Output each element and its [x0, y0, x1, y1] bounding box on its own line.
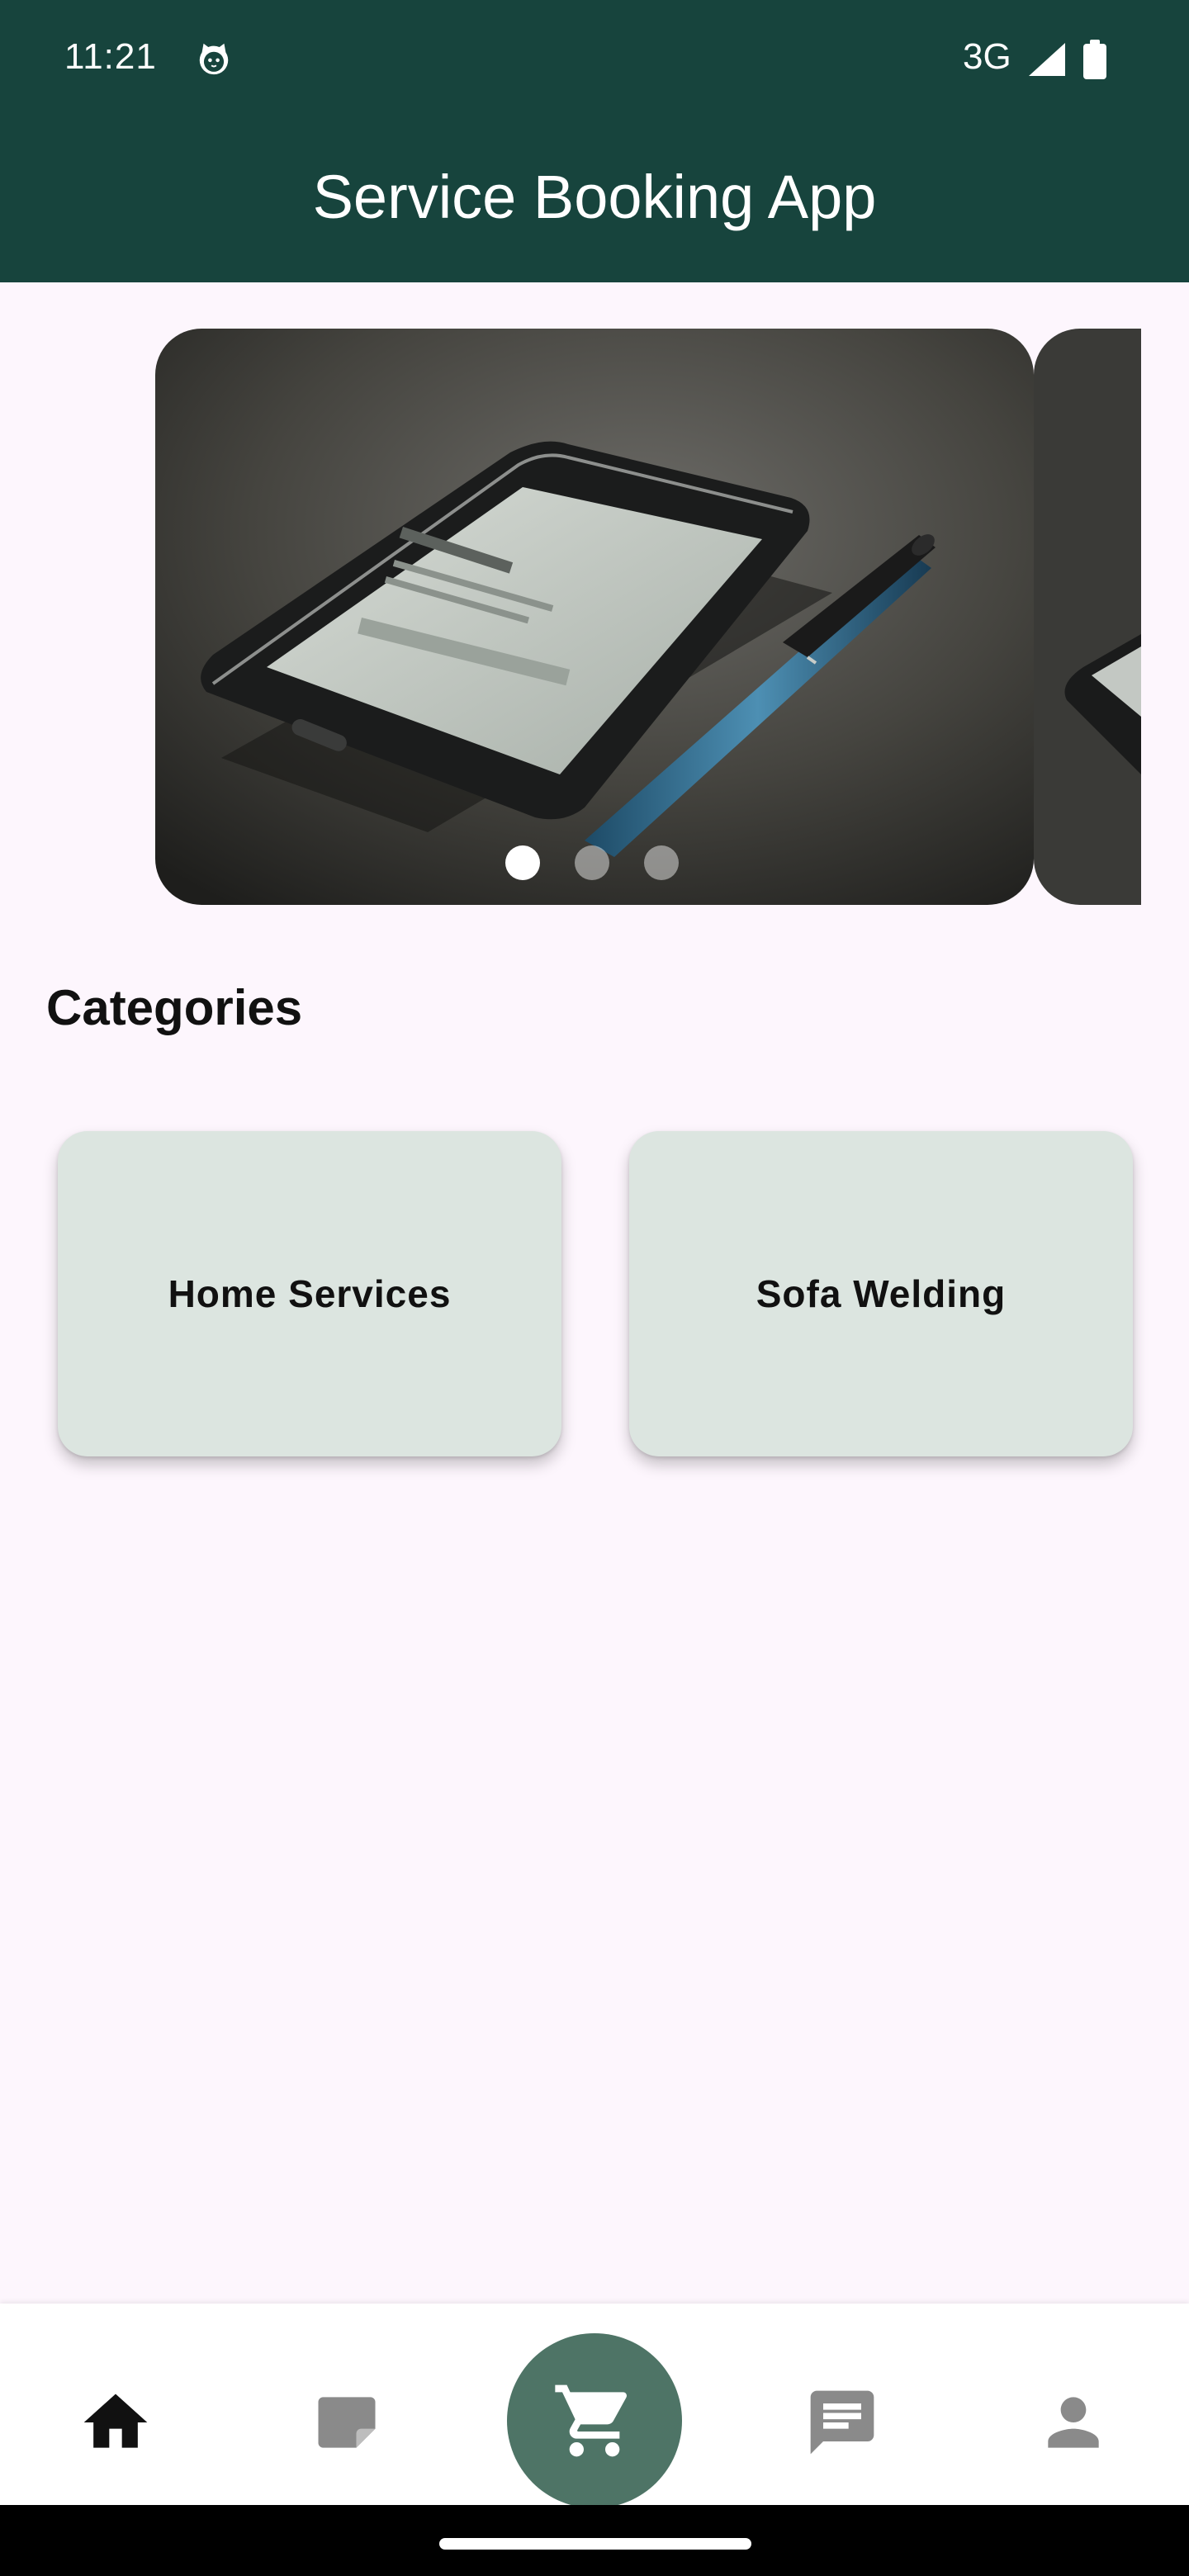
bottom-navigation — [0, 2304, 1189, 2508]
chat-icon — [810, 2390, 874, 2455]
category-label: Home Services — [168, 1272, 452, 1315]
carousel-slide-next[interactable] — [1034, 329, 1141, 905]
gesture-handle[interactable] — [439, 2538, 751, 2550]
note-icon — [318, 2397, 376, 2448]
phone-photo — [1034, 329, 1141, 905]
category-card-home-services[interactable]: Home Services — [58, 1131, 561, 1456]
app-header: 11:21 3G Service Booking App — [0, 0, 1189, 282]
carousel-indicator — [505, 845, 679, 880]
system-gesture-area — [0, 2505, 1189, 2576]
app-title: Service Booking App — [312, 163, 877, 231]
nav-profile[interactable] — [1032, 2381, 1115, 2464]
carousel-dot[interactable] — [644, 845, 679, 880]
status-time: 11:21 — [64, 36, 157, 77]
battery-icon — [1083, 40, 1106, 79]
carousel-dot[interactable] — [505, 845, 540, 880]
carousel-slide[interactable] — [155, 329, 1034, 905]
nav-messages[interactable] — [801, 2381, 883, 2464]
image-carousel[interactable] — [0, 329, 1189, 905]
person-icon — [1048, 2397, 1099, 2448]
phone-and-pen-photo — [155, 329, 1034, 905]
nav-orders[interactable] — [306, 2381, 388, 2464]
carousel-dot[interactable] — [575, 845, 609, 880]
nav-cart[interactable] — [507, 2333, 682, 2508]
category-label: Sofa Welding — [756, 1272, 1007, 1315]
signal-icon — [1029, 43, 1065, 76]
home-icon — [83, 2394, 148, 2448]
shopping-cart-icon — [555, 2384, 628, 2457]
network-type: 3G — [963, 36, 1011, 77]
categories-heading: Categories — [46, 980, 303, 1035]
cat-face-icon — [199, 43, 229, 75]
nav-home[interactable] — [74, 2381, 157, 2464]
category-card-sofa-welding[interactable]: Sofa Welding — [629, 1131, 1133, 1456]
